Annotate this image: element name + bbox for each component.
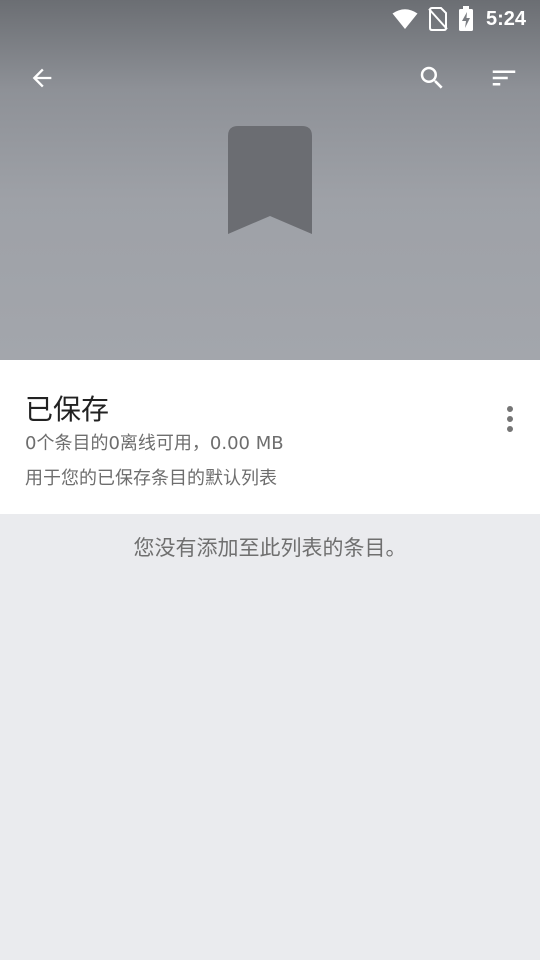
list-description: 用于您的已保存条目的默认列表 [25, 468, 277, 489]
status-time: 5:24 [485, 7, 526, 30]
more-options-button[interactable] [486, 398, 534, 444]
empty-state-message: 您没有添加至此列表的条目。 [133, 536, 407, 560]
battery-charging-icon [458, 6, 474, 32]
header-banner: 5:24 [0, 0, 540, 360]
list-meta: 0个条目的0离线可用，0.00 MB [25, 433, 284, 454]
list-title: 已保存 [25, 393, 110, 426]
no-sim-icon [428, 7, 448, 31]
bookmark-icon [228, 126, 312, 234]
back-arrow-icon [28, 64, 56, 96]
sort-button[interactable] [480, 56, 528, 104]
status-bar: 5:24 [0, 0, 540, 38]
search-button[interactable] [408, 56, 456, 104]
sort-icon [489, 63, 519, 97]
back-button[interactable] [18, 56, 66, 104]
search-icon [417, 63, 447, 97]
wifi-icon [392, 8, 418, 30]
more-vert-icon [505, 405, 515, 437]
